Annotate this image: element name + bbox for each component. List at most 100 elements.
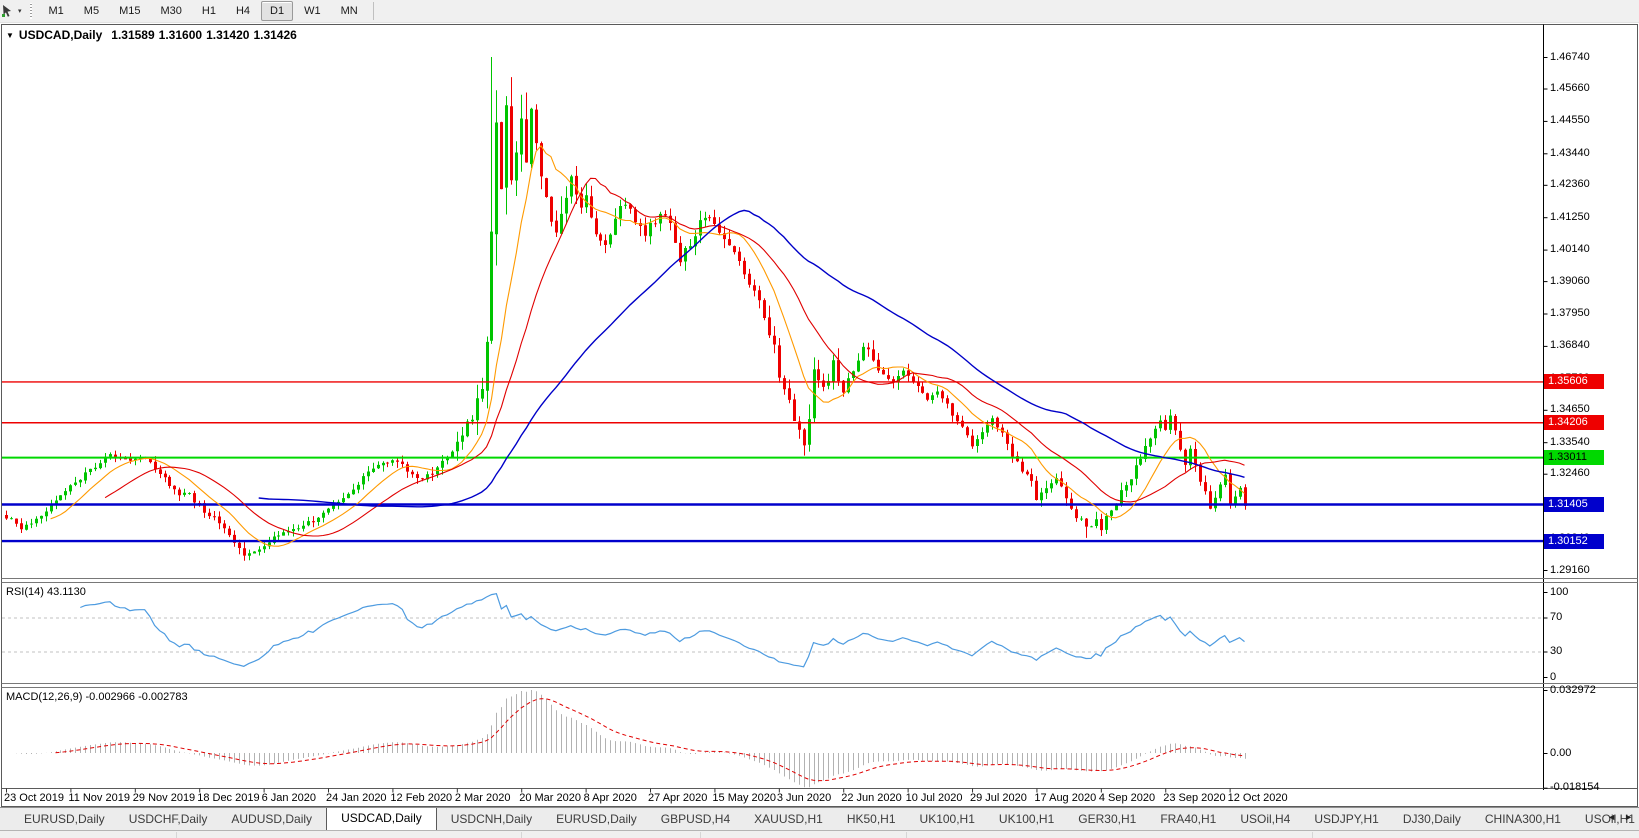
status-separator: [1312, 832, 1313, 838]
date-tick-label: 2 Mar 2020: [455, 792, 511, 804]
chart-tab-dj30-daily[interactable]: DJ30,Daily: [1393, 809, 1471, 830]
chart-tab-usdcnh-daily[interactable]: USDCNH,Daily: [441, 809, 542, 830]
date-tick-label: 20 Mar 2020: [519, 792, 581, 804]
timeframe-button-h4[interactable]: H4: [227, 1, 259, 21]
price-tick-label: 1.41250: [1550, 211, 1590, 223]
date-tick-label: 29 Jul 2020: [970, 792, 1027, 804]
status-separator: [906, 832, 907, 838]
price-tick-label: 1.46740: [1550, 51, 1590, 63]
chart-tab-usdcad-daily[interactable]: USDCAD,Daily: [326, 807, 437, 830]
timeframe-toolbar: ▾ M1M5M15M30H1H4D1W1MN: [0, 0, 1639, 23]
chart-tab-eurusd-daily[interactable]: EURUSD,Daily: [546, 809, 647, 830]
date-tick-label: 12 Oct 2020: [1228, 792, 1288, 804]
macd-axis-label: 0.032972: [1550, 684, 1596, 696]
macd-axis-label: -0.018154: [1550, 781, 1600, 793]
date-tick-label: 27 Apr 2020: [648, 792, 707, 804]
chevron-down-icon[interactable]: ▾: [18, 7, 22, 15]
chart-tab-ger30-h1[interactable]: GER30,H1: [1068, 809, 1146, 830]
timeframe-button-m15[interactable]: M15: [110, 1, 149, 21]
timeframe-button-mn[interactable]: MN: [332, 1, 367, 21]
hline-price-tag[interactable]: 1.31405: [1544, 497, 1604, 512]
chart-plot-area[interactable]: [2, 25, 1543, 578]
price-high: 1.31600: [159, 28, 202, 42]
trading-platform-window: ▾ M1M5M15M30H1H4D1W1MN ▼USDCAD,Daily1.31…: [0, 0, 1639, 838]
status-separator: [176, 832, 177, 838]
price-tick-label: 1.37950: [1550, 307, 1590, 319]
date-tick-label: 23 Sep 2020: [1163, 792, 1225, 804]
hline-price-tag[interactable]: 1.30152: [1544, 534, 1604, 549]
price-tick-label: 1.43440: [1550, 147, 1590, 159]
timeframe-button-m30[interactable]: M30: [151, 1, 190, 21]
hline-price-tag[interactable]: 1.33011: [1544, 450, 1604, 465]
hline-price-tag[interactable]: 1.35606: [1544, 374, 1604, 389]
date-tick-label: 15 May 2020: [712, 792, 776, 804]
chart-tab-bar: EURUSD,DailyUSDCHF,DailyAUDUSD,DailyUSDC…: [0, 807, 1639, 830]
chart-tab-audusd-daily[interactable]: AUDUSD,Daily: [221, 809, 322, 830]
chart-tab-hk50-h1[interactable]: HK50,H1: [837, 809, 906, 830]
price-tick-label: 1.36840: [1550, 339, 1590, 351]
price-tick-label: 1.34650: [1550, 403, 1590, 415]
macd-values: -0.002966 -0.002783: [85, 691, 187, 703]
status-separator: [521, 832, 522, 838]
price-tick-label: 1.40140: [1550, 243, 1590, 255]
status-bar: [0, 830, 1639, 838]
tab-scroll-arrows: ◄ ►: [1607, 812, 1633, 822]
timeframe-button-m1[interactable]: M1: [40, 1, 73, 21]
chart-tab-gbpusd-h4[interactable]: GBPUSD,H4: [651, 809, 740, 830]
timeframe-button-h1[interactable]: H1: [193, 1, 225, 21]
rsi-label: RSI(14) 43.1130: [6, 586, 86, 598]
chart-tab-uk100-h1[interactable]: UK100,H1: [989, 809, 1064, 830]
price-tick-label: 1.45660: [1550, 82, 1590, 94]
chart-title: ▼USDCAD,Daily1.315891.316001.314201.3142…: [6, 28, 301, 42]
macd-label: MACD(12,26,9) -0.002966 -0.002783: [6, 691, 188, 703]
chart-tab-eurusd-daily[interactable]: EURUSD,Daily: [14, 809, 115, 830]
chart-tab-china300-h1[interactable]: CHINA300,H1: [1475, 809, 1571, 830]
rsi-value: 43.1130: [47, 586, 86, 598]
chart-tab-usoil-h4[interactable]: USOil,H4: [1230, 809, 1300, 830]
date-tick-label: 6 Jan 2020: [262, 792, 316, 804]
crosshair-cursor-icon: [1, 4, 15, 18]
date-tick-label: 23 Oct 2019: [4, 792, 64, 804]
date-tick-label: 11 Nov 2019: [68, 792, 130, 804]
price-tick-label: 1.29160: [1550, 564, 1590, 576]
date-tick-label: 4 Sep 2020: [1099, 792, 1155, 804]
toolbar-grip-handle[interactable]: [29, 3, 34, 19]
price-tick-label: 1.32460: [1550, 467, 1590, 479]
date-tick-label: 29 Nov 2019: [133, 792, 195, 804]
price-tick-label: 1.44550: [1550, 114, 1590, 126]
rsi-axis-label: 100: [1550, 586, 1568, 598]
chart-tab-uk100-h1[interactable]: UK100,H1: [910, 809, 985, 830]
chart-tab-fra40-h1[interactable]: FRA40,H1: [1150, 809, 1226, 830]
date-tick-label: 12 Feb 2020: [390, 792, 452, 804]
price-tick-label: 1.39060: [1550, 275, 1590, 287]
rsi-axis-label: 70: [1550, 611, 1562, 623]
timeframe-button-m5[interactable]: M5: [75, 1, 108, 21]
chart-tab-usdjpy-h1[interactable]: USDJPY,H1: [1304, 809, 1388, 830]
date-tick-label: 24 Jan 2020: [326, 792, 387, 804]
date-tick-label: 8 Apr 2020: [584, 792, 637, 804]
price-tick-label: 1.42360: [1550, 178, 1590, 190]
date-tick-label: 22 Jun 2020: [841, 792, 902, 804]
hline-price-tag[interactable]: 1.34206: [1544, 415, 1604, 430]
chart-tab-usdchf-daily[interactable]: USDCHF,Daily: [119, 809, 218, 830]
chart-tool-button[interactable]: ▾: [0, 4, 25, 18]
macd-axis-label: 0.00: [1550, 747, 1571, 759]
price-close: 1.31426: [253, 28, 296, 42]
price-open: 1.31589: [111, 28, 154, 42]
date-tick-label: 3 Jun 2020: [777, 792, 831, 804]
date-tick-label: 17 Aug 2020: [1034, 792, 1096, 804]
tab-scroll-left-icon[interactable]: ◄: [1607, 812, 1616, 822]
chart-symbol: USDCAD,Daily: [19, 28, 102, 42]
tab-scroll-right-icon[interactable]: ►: [1624, 812, 1633, 822]
price-low: 1.31420: [206, 28, 249, 42]
status-separator: [700, 832, 701, 838]
rsi-axis-label: 30: [1550, 645, 1562, 657]
date-tick-label: 10 Jul 2020: [906, 792, 963, 804]
chart-tab-xauusd-h1[interactable]: XAUUSD,H1: [744, 809, 833, 830]
toolbar-separator: [373, 2, 374, 20]
date-tick-label: 18 Dec 2019: [197, 792, 259, 804]
timeframe-button-d1[interactable]: D1: [261, 1, 293, 21]
rsi-axis-label: 0: [1550, 671, 1556, 683]
timeframe-button-w1[interactable]: W1: [295, 1, 330, 21]
price-tick-label: 1.33540: [1550, 436, 1590, 448]
